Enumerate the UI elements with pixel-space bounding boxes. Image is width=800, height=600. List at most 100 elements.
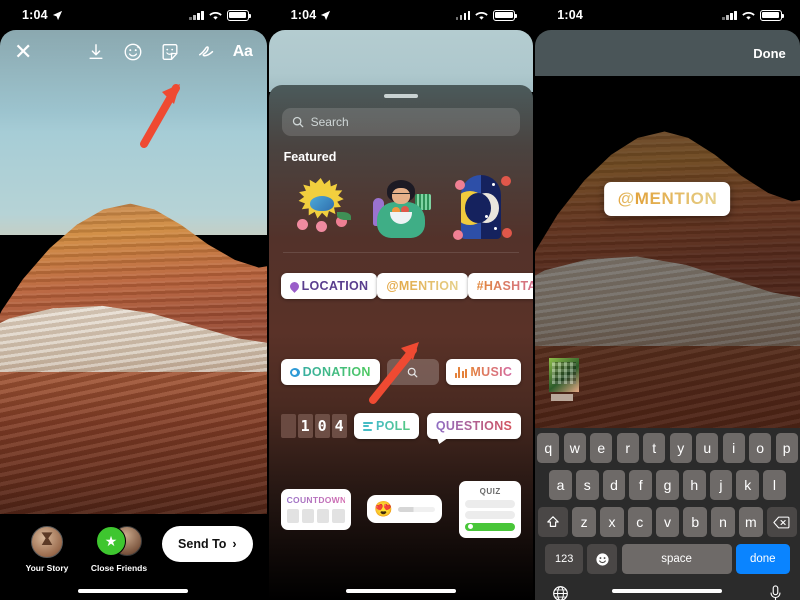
key-u[interactable]: u [696,433,719,463]
battery-icon [493,9,518,21]
chip-label: DONATION [302,365,371,379]
chip-label: MUSIC [470,365,513,379]
text-tool-button[interactable]: Aa [233,43,253,61]
key-y[interactable]: y [669,433,692,463]
key-m[interactable]: m [738,507,763,537]
sticker-icon[interactable] [159,41,181,63]
numbers-key[interactable]: 123 [545,544,584,574]
donation-sticker-button[interactable]: DONATION [280,359,380,385]
backspace-icon[interactable] [766,507,797,537]
key-b[interactable]: b [683,507,708,537]
status-time: 1:04 [290,8,317,22]
slider-track[interactable] [398,506,436,512]
key-h[interactable]: h [682,470,706,500]
key-j[interactable]: j [709,470,733,500]
status-left: 1:04 [22,8,63,22]
chip-label: QUIZ [479,487,501,496]
key-l[interactable]: l [763,470,786,500]
editor-toolbar: ✕ Aa [0,30,267,74]
status-left: 1:04 [557,8,583,22]
questions-sticker-button[interactable]: QUESTIONS [426,413,522,439]
key-g[interactable]: g [656,470,679,500]
person-reading-sticker[interactable] [365,172,437,244]
done-button[interactable]: Done [753,46,786,61]
poll-sticker-button[interactable]: POLL [353,413,420,439]
effects-smiley-icon[interactable] [122,41,144,63]
location-sticker-button[interactable]: LOCATION [280,273,378,299]
your-story-button[interactable]: Your Story [14,526,80,573]
download-icon[interactable] [85,41,107,63]
key-a[interactable]: a [549,470,572,500]
flower-shape [315,221,327,232]
editor-top-bar: Done [535,30,800,76]
key-z[interactable]: z [572,507,596,537]
key-p[interactable]: p [775,433,798,463]
signal-bars-icon [189,10,204,20]
star-icon: ★ [104,533,118,549]
signal-bars-icon [722,10,737,20]
key-v[interactable]: v [655,507,680,537]
close-friends-avatars: ★ [96,526,142,558]
three-panel-screenshot: 1:04 ✕ Aa Your Story ★ Close Friends Sen… [0,0,800,600]
share-bar: Your Story ★ Close Friends Send To › [0,514,267,600]
status-right [189,9,251,21]
key-s[interactable]: s [575,470,599,500]
status-bar: 1:04 [535,0,800,30]
emoji-slider-sticker-button[interactable]: 😍 [367,495,443,524]
key-e[interactable]: e [590,433,613,463]
shift-arrow-icon[interactable] [538,507,569,537]
sheet-grabber[interactable] [383,94,418,98]
emoji-face-icon[interactable] [587,544,618,574]
phone-screen: Search Featured LOCATION @MENTION #HASHT… [268,30,534,600]
close-icon[interactable]: ✕ [14,41,32,63]
flower-shape [455,180,466,190]
hashtag-sticker-button[interactable]: #HASHTAG [467,273,534,299]
location-arrow-icon [52,10,62,20]
featured-sticker-row [269,164,534,244]
flower-shape [296,219,308,230]
flower-shape [502,228,513,238]
key-k[interactable]: k [736,470,760,500]
key-o[interactable]: o [749,433,772,463]
key-x[interactable]: x [600,507,624,537]
panel-mention-placed: 1:04 Done @MENTION q w e r t y u i o p a… [533,0,800,600]
wifi-icon [208,11,222,20]
key-w[interactable]: w [563,433,586,463]
key-c[interactable]: c [627,507,652,537]
countdown-counter-sticker-button[interactable]: 1 0 4 [280,414,347,438]
quiz-sticker-button[interactable]: QUIZ [459,481,522,538]
send-to-button[interactable]: Send To › [162,526,253,562]
avatar-thumbnail-caption [551,394,574,401]
status-right [722,9,785,21]
space-key[interactable]: space [621,544,732,574]
key-t[interactable]: t [643,433,666,463]
mention-sticker-button[interactable]: @MENTION [377,273,468,299]
microphone-icon[interactable] [768,585,783,600]
sun-bird-flowers-sticker[interactable] [285,172,357,244]
key-i[interactable]: i [722,433,745,463]
flower-shape [453,230,464,240]
key-n[interactable]: n [711,507,735,537]
countdown-sticker-button[interactable]: COUNTDOWN [280,488,351,530]
sticker-search-button[interactable] [386,359,439,385]
sun-moon-arch-sticker[interactable] [445,172,517,244]
chip-label: #HASHTAG [477,279,534,293]
return-done-key[interactable]: done [735,544,790,574]
key-f[interactable]: f [629,470,653,500]
draw-squiggle-icon[interactable] [196,41,218,63]
arch-illustration [461,175,502,239]
close-friends-star-badge: ★ [96,526,126,556]
signal-bars-icon [455,10,471,20]
avatar-thumbnail[interactable] [549,358,580,392]
key-d[interactable]: d [602,470,626,500]
music-sticker-button[interactable]: MUSIC [445,359,522,385]
key-r[interactable]: r [616,433,639,463]
close-friends-button[interactable]: ★ Close Friends [80,526,158,573]
search-input[interactable]: Search [281,108,521,136]
status-right [455,9,518,21]
counter-digit: 4 [331,414,347,438]
key-q[interactable]: q [537,433,560,463]
globe-icon[interactable] [552,585,569,600]
panel-sticker-tray: 1:04 Search Featured LOCATION @MENTION #… [266,0,534,600]
placed-mention-sticker[interactable]: @MENTION [604,182,731,216]
